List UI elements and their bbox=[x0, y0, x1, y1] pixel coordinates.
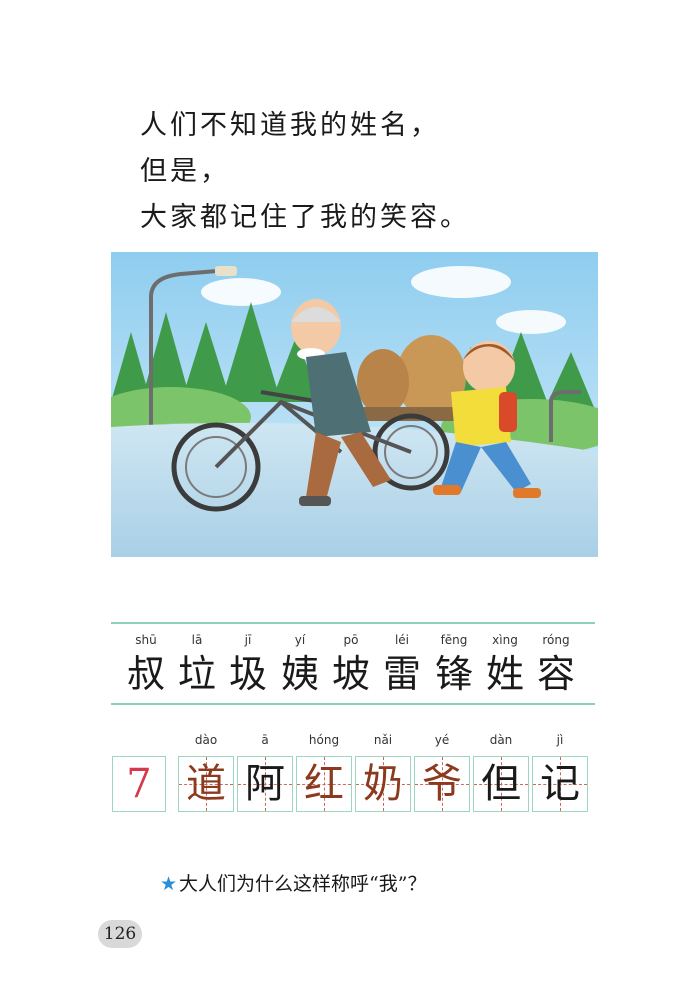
pinyin: yé bbox=[434, 733, 450, 747]
poem: 人们不知道我的姓名， 但是， 大家都记住了我的笑容。 bbox=[140, 103, 470, 241]
page-number: 126 bbox=[98, 920, 142, 948]
writing-grid-cell: 道 bbox=[178, 756, 234, 812]
poem-line-3: 大家都记住了我的笑容。 bbox=[140, 202, 470, 233]
pinyin: hóng bbox=[308, 733, 340, 747]
pinyin: róng bbox=[542, 633, 570, 647]
pinyin: ā bbox=[261, 733, 269, 747]
writing-grid-cell: 爷 bbox=[414, 756, 470, 812]
hanzi: 爷 bbox=[422, 761, 462, 807]
pinyin: dào bbox=[194, 733, 218, 747]
hanzi: 记 bbox=[540, 761, 580, 807]
writing-grid-cell: 奶 bbox=[355, 756, 411, 812]
writing-grid-cell: 阿 bbox=[237, 756, 293, 812]
hanzi: 阿 bbox=[245, 761, 285, 807]
hanzi: 但 bbox=[481, 761, 521, 807]
pinyin: dàn bbox=[489, 733, 513, 747]
star-icon: ★ bbox=[160, 873, 178, 895]
hanzi: 容 bbox=[536, 652, 575, 696]
pinyin: jì bbox=[556, 733, 564, 747]
question-text: 大人们为什么这样称呼“我”？ bbox=[179, 873, 427, 895]
hanzi: 道 bbox=[186, 761, 226, 807]
writing-grid-cell: 记 bbox=[532, 756, 588, 812]
hanzi: 红 bbox=[304, 761, 344, 807]
discussion-question: ★ 大人们为什么这样称呼“我”？ bbox=[160, 869, 426, 896]
poem-line-2: 但是， bbox=[140, 156, 230, 187]
writing-grid-cell: 但 bbox=[473, 756, 529, 812]
writing-grid-cell: 红 bbox=[296, 756, 352, 812]
hanzi: 奶 bbox=[363, 761, 403, 807]
illustration-boy-helping-grandpa bbox=[111, 252, 598, 557]
poem-line-1: 人们不知道我的姓名， bbox=[140, 110, 440, 141]
lesson-number: 7 bbox=[112, 756, 166, 812]
vocab-recognize-strip: shū 叔 lā 垃 jī 圾 yí 姨 pō 坡 léi 雷 fēng 锋 x… bbox=[111, 622, 595, 705]
pinyin: nǎi bbox=[373, 733, 393, 747]
story-illustration bbox=[111, 252, 598, 557]
